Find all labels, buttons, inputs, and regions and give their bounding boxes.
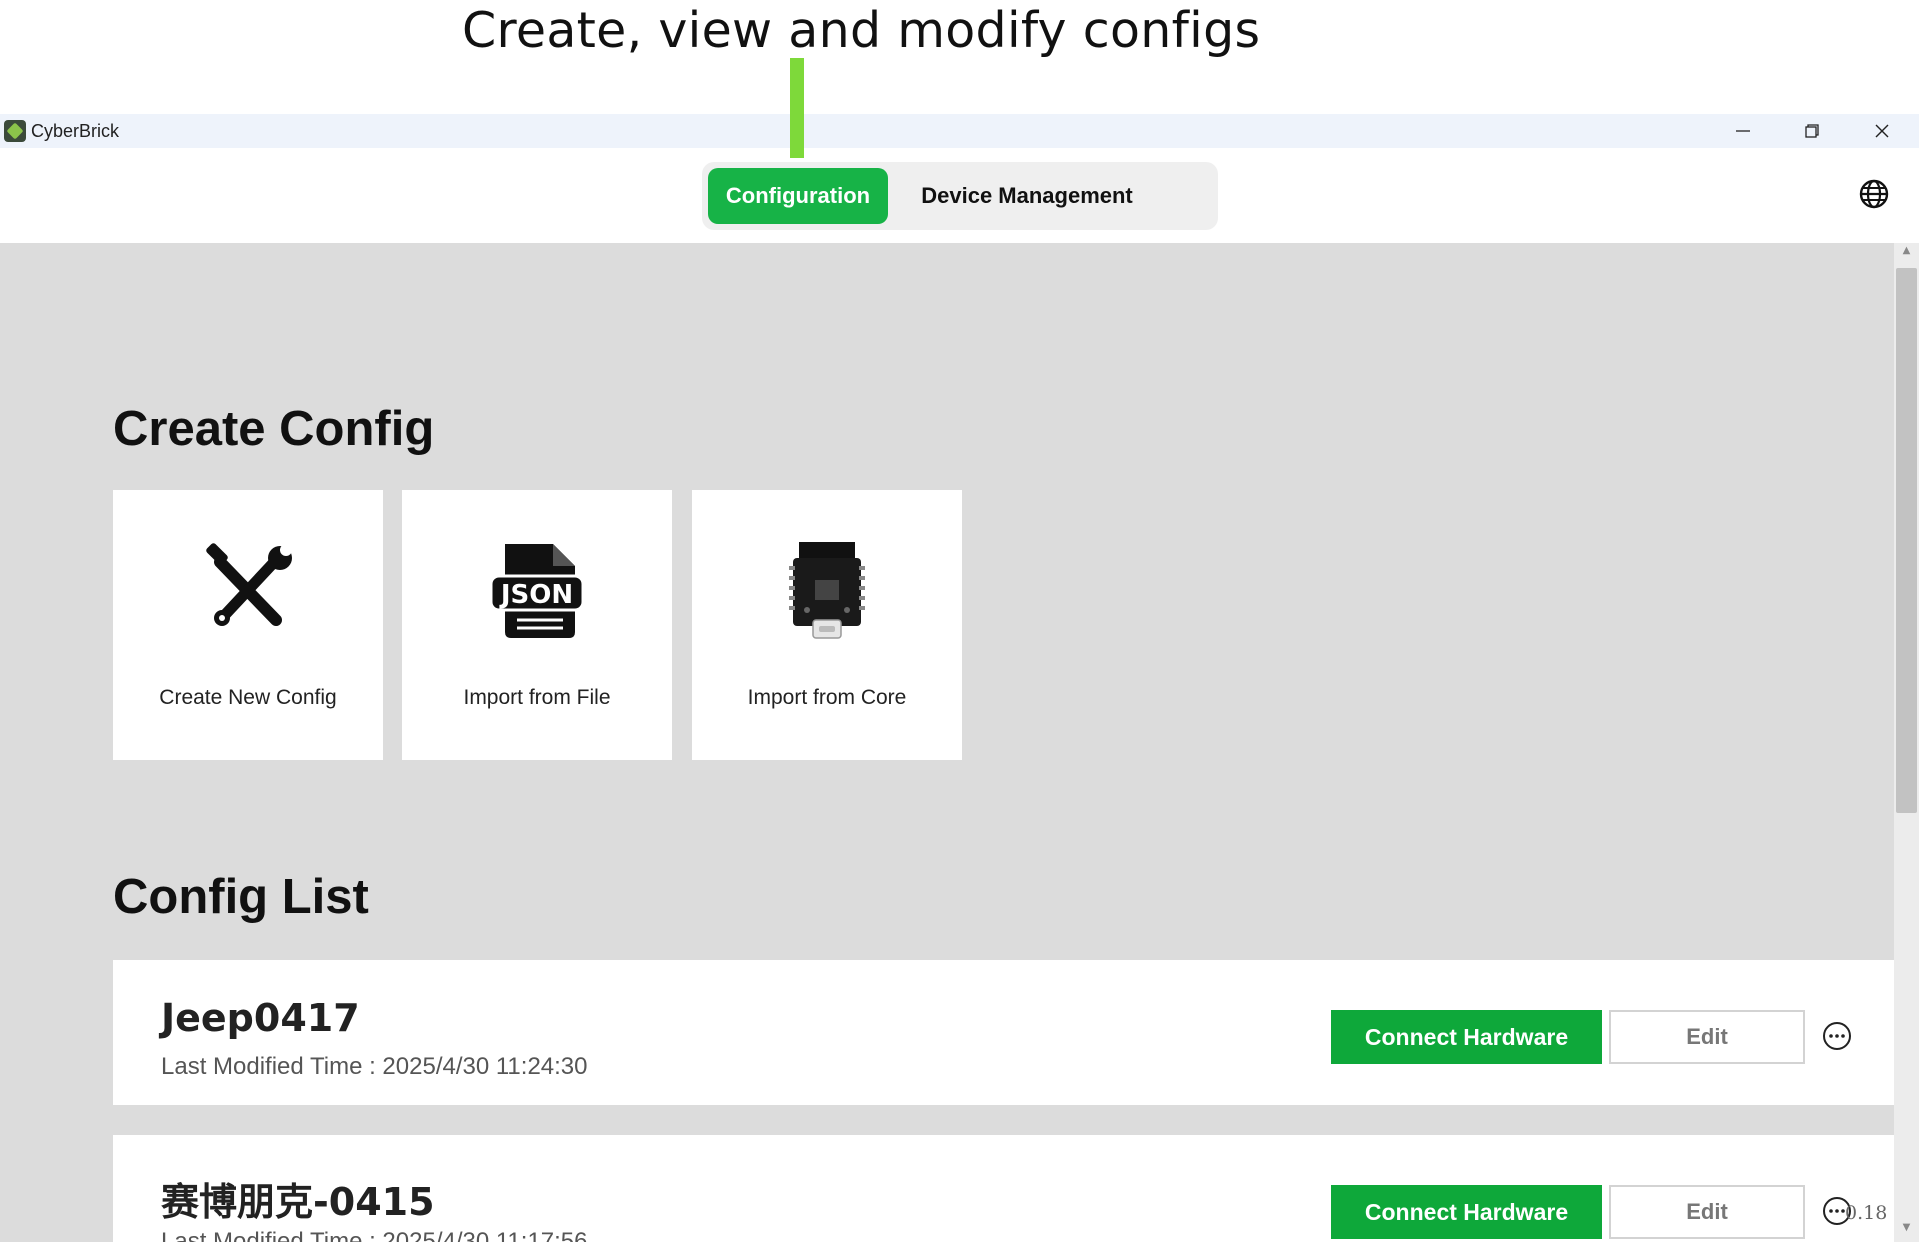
create-new-config-label: Create New Config (159, 686, 337, 709)
minimize-icon (1736, 130, 1750, 132)
connect-hardware-button[interactable]: Connect Hardware (1331, 1185, 1602, 1239)
annotation-callout: Create, view and modify configs (0, 0, 1919, 114)
connect-hardware-button[interactable]: Connect Hardware (1331, 1010, 1602, 1064)
import-from-file-card[interactable]: JSON Import from File (402, 490, 672, 760)
close-button[interactable] (1852, 114, 1912, 148)
tab-configuration[interactable]: Configuration (708, 168, 888, 224)
core-board-icon (789, 542, 865, 639)
version-label: 0.18 (1845, 1202, 1888, 1224)
create-new-config-card[interactable]: Create New Config (113, 490, 383, 760)
import-from-core-card[interactable]: Import from Core (692, 490, 962, 760)
json-file-icon: JSON (489, 544, 585, 638)
cyberbrick-logo-icon (4, 120, 26, 142)
restore-button[interactable] (1782, 114, 1842, 148)
tab-switcher: Configuration Device Management (702, 162, 1218, 230)
import-from-file-label: Import from File (463, 686, 611, 709)
close-icon (1875, 124, 1889, 138)
globe-icon[interactable] (1858, 178, 1890, 210)
edit-button[interactable]: Edit (1609, 1185, 1805, 1239)
scroll-up-arrow-icon[interactable]: ▲ (1894, 245, 1919, 263)
config-name: Jeep0417 (161, 996, 360, 1040)
tools-icon (206, 543, 292, 626)
create-config-title: Create Config (113, 402, 435, 456)
annotation-text: Create, view and modify configs (462, 2, 1261, 59)
edit-button[interactable]: Edit (1609, 1010, 1805, 1064)
main-content: Create Config Create New Config JSON Imp… (0, 243, 1894, 1242)
config-list-item: Jeep0417 Last Modified Time : 2025/4/30 … (113, 960, 1894, 1105)
annotation-pointer-line (790, 58, 804, 158)
config-name: 赛博朋克-0415 (161, 1180, 435, 1224)
scrollbar-thumb[interactable] (1896, 268, 1917, 813)
restore-icon (1805, 124, 1819, 138)
window-title: CyberBrick (31, 121, 120, 141)
config-list-item: 赛博朋克-0415 Last Modified Time : 2025/4/30… (113, 1135, 1894, 1242)
config-modified-time: Last Modified Time : 2025/4/30 11:24:30 (161, 1053, 588, 1080)
minimize-button[interactable] (1713, 114, 1773, 148)
svg-text:JSON: JSON (499, 580, 573, 610)
window-titlebar: CyberBrick (0, 114, 1919, 148)
config-modified-time: Last Modified Time : 2025/4/30 11:17:56 (161, 1228, 588, 1242)
import-from-core-label: Import from Core (747, 686, 907, 709)
app-header: Configuration Device Management (0, 148, 1919, 243)
tab-device-management[interactable]: Device Management (902, 168, 1152, 224)
more-icon[interactable] (1821, 1020, 1853, 1052)
vertical-scrollbar[interactable]: ▲ ▼ (1894, 243, 1919, 1242)
config-list-title: Config List (113, 870, 369, 924)
scroll-down-arrow-icon[interactable]: ▼ (1894, 1222, 1919, 1240)
